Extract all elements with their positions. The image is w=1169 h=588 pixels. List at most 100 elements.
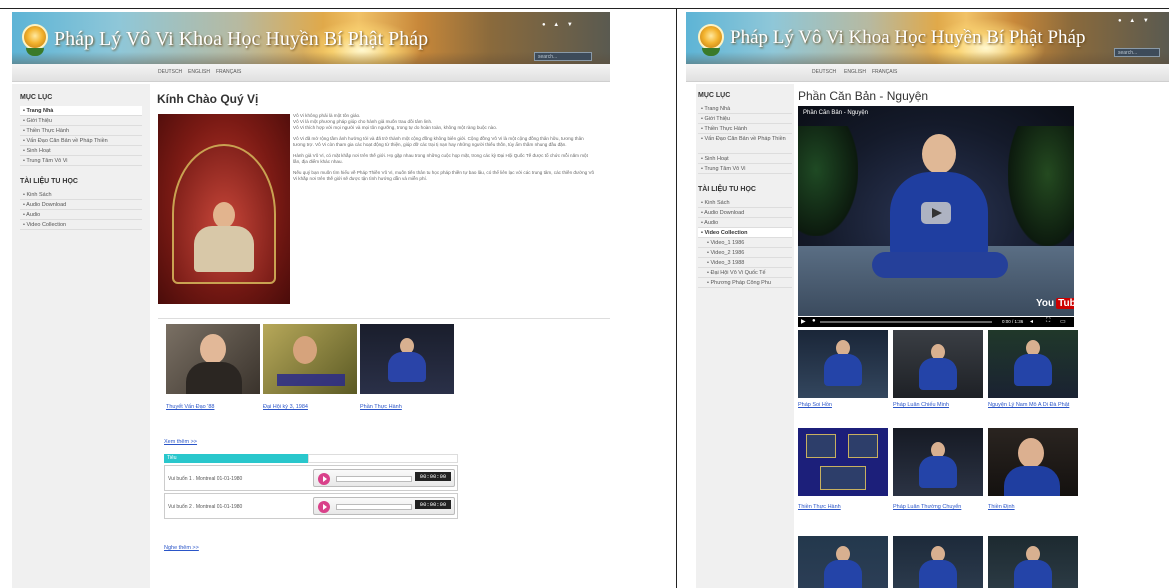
menu-item-activities[interactable]: • Sinh Hoạt	[698, 154, 792, 164]
play-icon[interactable]	[921, 202, 951, 224]
menu-item-home[interactable]: • Trang Nhà	[698, 104, 792, 114]
screenshot-root: Pháp Lý Vô Vi Khoa Học Huyền Bí Phật Phá…	[0, 0, 1169, 588]
docs-item-audio[interactable]: • Audio	[20, 210, 142, 220]
video-thumb[interactable]	[988, 330, 1078, 398]
video-thumb[interactable]	[798, 536, 888, 588]
lang-deutsch[interactable]: DEUTSCH	[812, 69, 836, 75]
play-button[interactable]	[318, 473, 330, 485]
search-input[interactable]: search...	[1114, 48, 1160, 57]
menu-item-practice[interactable]: • Thiền Thực Hành	[698, 124, 792, 134]
intro-paragraph-3: Hành giả Vô Vi, có mặt khắp nơi trên thế…	[293, 153, 588, 164]
audio-progress-bar[interactable]	[336, 504, 412, 510]
see-more-link[interactable]: Xem thêm >>	[164, 439, 197, 445]
seek-knob-icon[interactable]: ●	[812, 318, 816, 324]
play-button[interactable]	[318, 501, 330, 513]
video-caption-3[interactable]: Phần Thực Hành	[360, 404, 402, 410]
listen-more-link[interactable]: Nghe thêm >>	[164, 545, 199, 551]
video-thumb[interactable]	[798, 330, 888, 398]
video-sub-item[interactable]: • Đại Hội Vô Vi Quốc Tế	[698, 268, 792, 278]
menu-item-home[interactable]: • Trang Nhà	[20, 106, 142, 116]
menu-label: Vấn Đạo Căn Bản về Pháp Thiền	[26, 138, 108, 144]
popout-icon[interactable]: ▭	[1060, 318, 1066, 325]
thumb-body	[919, 358, 957, 390]
banner-icons[interactable]: ● ▲ ▼	[1118, 18, 1152, 24]
video-thumb[interactable]	[893, 536, 983, 588]
video-caption[interactable]: Pháp Luân Thường Chuyển	[893, 504, 961, 510]
docs-label: Audio Download	[704, 210, 745, 216]
thumb-body	[919, 456, 957, 488]
video-thumb[interactable]	[893, 428, 983, 496]
docs-item-video[interactable]: • Video Collection	[20, 220, 142, 230]
docs-item-audio-download[interactable]: • Audio Download	[20, 200, 142, 210]
video-controls: ▶ ● 0:00 / 1:36 ◂ ⛶ ▭	[798, 317, 1074, 327]
menu-item-intro[interactable]: • Giới Thiệu	[698, 114, 792, 124]
sub-label: Video_2 1986	[710, 250, 745, 256]
thumb-body	[1004, 466, 1060, 496]
video-thumb-1[interactable]	[166, 324, 260, 394]
master-legs	[872, 252, 1008, 278]
video-caption-1[interactable]: Thuyết Vấn Đạo '88	[166, 404, 214, 410]
lotus-logo-icon[interactable]	[22, 24, 48, 50]
site-title[interactable]: Pháp Lý Vô Vi Khoa Học Huyền Bí Phật Phá…	[730, 27, 1085, 49]
audio-progress-bar[interactable]	[336, 476, 412, 482]
menu-item-basics[interactable]: • Vấn Đạo Căn Bản về Pháp Thiền	[20, 136, 142, 146]
master-head	[922, 134, 956, 174]
audio-title: Vui buổn 1 . Montreal 01-01-1980	[168, 476, 243, 482]
video-thumb[interactable]	[893, 330, 983, 398]
lang-english[interactable]: ENGLISH	[844, 69, 866, 75]
sub-label: Video_1 1986	[710, 240, 745, 246]
lotus-logo-icon[interactable]	[698, 24, 724, 50]
menu-label: Sinh Hoạt	[704, 156, 729, 162]
docs-label: Kinh Sách	[704, 200, 730, 206]
video-sub-item[interactable]: • Phương Pháp Công Phu	[698, 278, 792, 288]
seek-bar[interactable]	[820, 321, 992, 323]
video-caption-2[interactable]: Đại Hội kỳ 3, 1984	[263, 404, 308, 410]
video-sub-item[interactable]: • Video_3 1988	[698, 258, 792, 268]
menu-item-intro[interactable]: • Giới Thiệu	[20, 116, 142, 126]
lang-deutsch[interactable]: DEUTSCH	[158, 69, 182, 75]
video-thumb[interactable]	[988, 428, 1078, 496]
youtube-logo-icon[interactable]: YouTube	[1034, 298, 1074, 309]
site-title[interactable]: Pháp Lý Vô Vi Khoa Học Huyền Bí Phật Phá…	[54, 28, 428, 51]
docs-item-audio[interactable]: • Audio	[698, 218, 792, 228]
docs-item-audio-download[interactable]: • Audio Download	[698, 208, 792, 218]
video-sub-item[interactable]: • Video_1 1986	[698, 238, 792, 248]
menu-item-centers[interactable]: • Trung Tâm Vô Vi	[20, 156, 142, 166]
video-sub-item[interactable]: • Video_2 1986	[698, 248, 792, 258]
video-caption[interactable]: Thiền Thực Hành	[798, 504, 841, 510]
video-thumb[interactable]	[798, 428, 888, 496]
sub-label: Đại Hội Vô Vi Quốc Tế	[710, 270, 766, 276]
video-thumb[interactable]	[988, 536, 1078, 588]
page-title: Kính Chào Quý Vị	[157, 92, 259, 106]
sub-label: Phương Pháp Công Phu	[710, 280, 771, 286]
docs-item-video[interactable]: • Video Collection	[698, 228, 792, 238]
language-bar: DEUTSCH ENGLISH FRANÇAIS	[12, 64, 610, 82]
play-control-icon[interactable]: ▶	[801, 318, 806, 325]
lang-english[interactable]: ENGLISH	[188, 69, 210, 75]
menu-item-centers[interactable]: • Trung Tâm Vô Vi	[698, 164, 792, 174]
docs-item-books[interactable]: • Kinh Sách	[20, 190, 142, 200]
video-player[interactable]: Phần Căn Bản - Nguyện YouTube	[798, 106, 1074, 316]
video-thumb-3[interactable]	[360, 324, 454, 394]
banner-icons[interactable]: ● ▲ ▼	[542, 22, 576, 28]
youtube-logo-tube: Tube	[1056, 298, 1074, 309]
thumb-body	[1014, 354, 1052, 386]
video-thumb-2[interactable]	[263, 324, 357, 394]
menu-label: Trung Tâm Vô Vi	[704, 166, 746, 172]
volume-icon[interactable]: ◂	[1030, 318, 1033, 325]
docs-label: Audio Download	[26, 202, 67, 208]
docs-label: Video Collection	[26, 222, 67, 228]
video-caption[interactable]: Pháp Soi Hồn	[798, 402, 832, 408]
lang-francais[interactable]: FRANÇAIS	[872, 69, 897, 75]
menu-item-activities[interactable]: • Sinh Hoạt	[20, 146, 142, 156]
docs-item-books[interactable]: • Kinh Sách	[698, 198, 792, 208]
audio-player: 00:00:00	[313, 469, 455, 487]
video-caption[interactable]: Thiền Định	[988, 504, 1015, 510]
video-caption[interactable]: Nguyện Lý Nam Mô A Di Đà Phật	[988, 402, 1069, 408]
search-input[interactable]: search...	[534, 52, 592, 61]
menu-item-practice[interactable]: • Thiền Thực Hành	[20, 126, 142, 136]
video-caption[interactable]: Pháp Luân Chiếu Minh	[893, 402, 949, 408]
lang-francais[interactable]: FRANÇAIS	[216, 69, 241, 75]
fullscreen-icon[interactable]: ⛶	[1046, 318, 1050, 325]
menu-item-basics[interactable]: • Vấn Đạo Căn Bản về Pháp Thiền	[698, 134, 792, 154]
